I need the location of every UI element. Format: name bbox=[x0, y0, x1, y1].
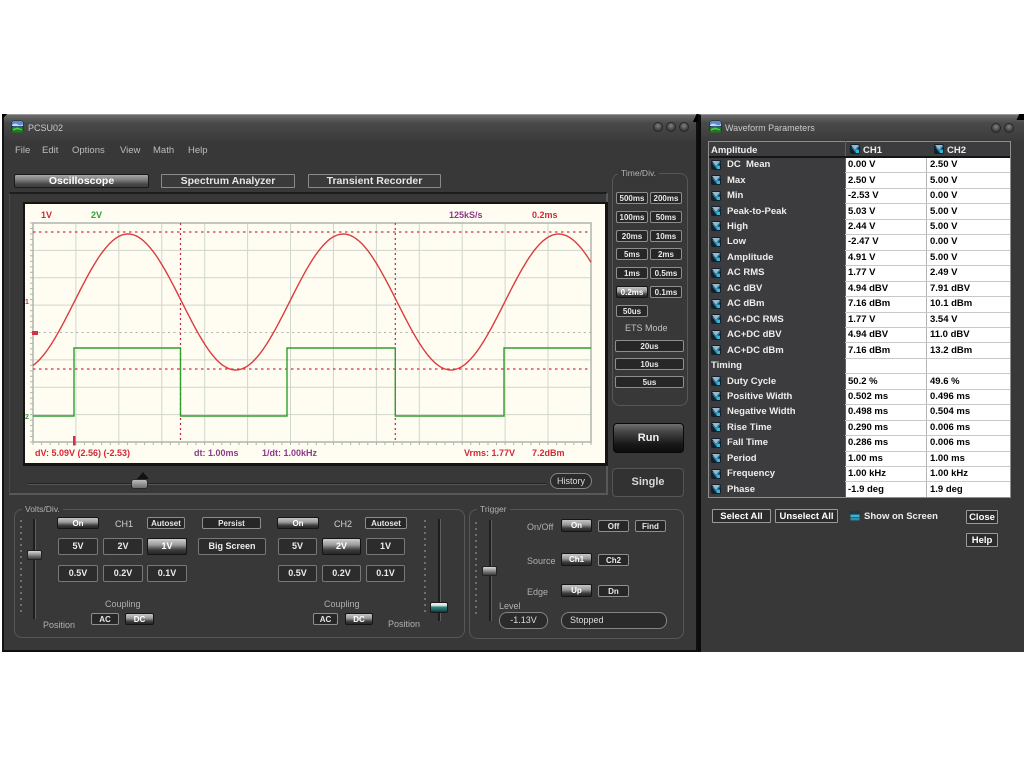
svg-text:dV: 5.09V (2.56) (-2.53): dV: 5.09V (2.56) (-2.53) bbox=[35, 448, 130, 458]
svg-text:dt: 1.00ms: dt: 1.00ms bbox=[194, 448, 239, 458]
svg-text:2: 2 bbox=[25, 414, 29, 421]
svg-text:1V: 1V bbox=[41, 210, 52, 220]
svg-text:125kS/s: 125kS/s bbox=[449, 210, 483, 220]
svg-text:0.2ms: 0.2ms bbox=[532, 210, 558, 220]
svg-text:7.2dBm: 7.2dBm bbox=[532, 448, 565, 458]
svg-text:Vrms: 1.77V: Vrms: 1.77V bbox=[464, 448, 515, 458]
svg-text:1: 1 bbox=[25, 299, 29, 306]
svg-text:1/dt: 1.00kHz: 1/dt: 1.00kHz bbox=[262, 448, 318, 458]
svg-text:2V: 2V bbox=[91, 210, 102, 220]
